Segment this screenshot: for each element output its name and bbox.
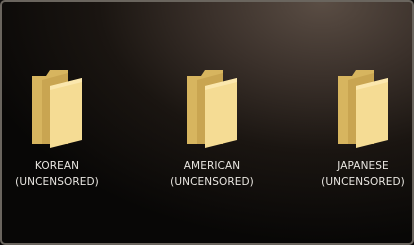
desktop: KOREAN (UNCENSORED) AMERICAN (UNCENSORED… [2,2,412,243]
folder-label-line2: (UNCENSORED) [321,176,405,188]
folder-label-line1: AMERICAN [183,160,241,172]
folder-label: KOREAN (UNCENSORED) [2,158,112,190]
folder-japanese[interactable]: JAPANESE (UNCENSORED) [308,66,412,196]
folder-label-line1: JAPANESE [337,160,389,172]
folder-icon [187,70,237,148]
folder-icon [338,70,388,148]
folder-american[interactable]: AMERICAN (UNCENSORED) [157,66,267,196]
folder-label-line2: (UNCENSORED) [15,176,99,188]
folder-label-line1: KOREAN [34,160,80,172]
folder-label-line2: (UNCENSORED) [170,176,254,188]
folder-label: AMERICAN (UNCENSORED) [157,158,267,190]
folder-label: JAPANESE (UNCENSORED) [308,158,412,190]
folder-korean[interactable]: KOREAN (UNCENSORED) [2,66,112,196]
folder-icon [32,70,82,148]
screenshot-frame: KOREAN (UNCENSORED) AMERICAN (UNCENSORED… [0,0,414,245]
